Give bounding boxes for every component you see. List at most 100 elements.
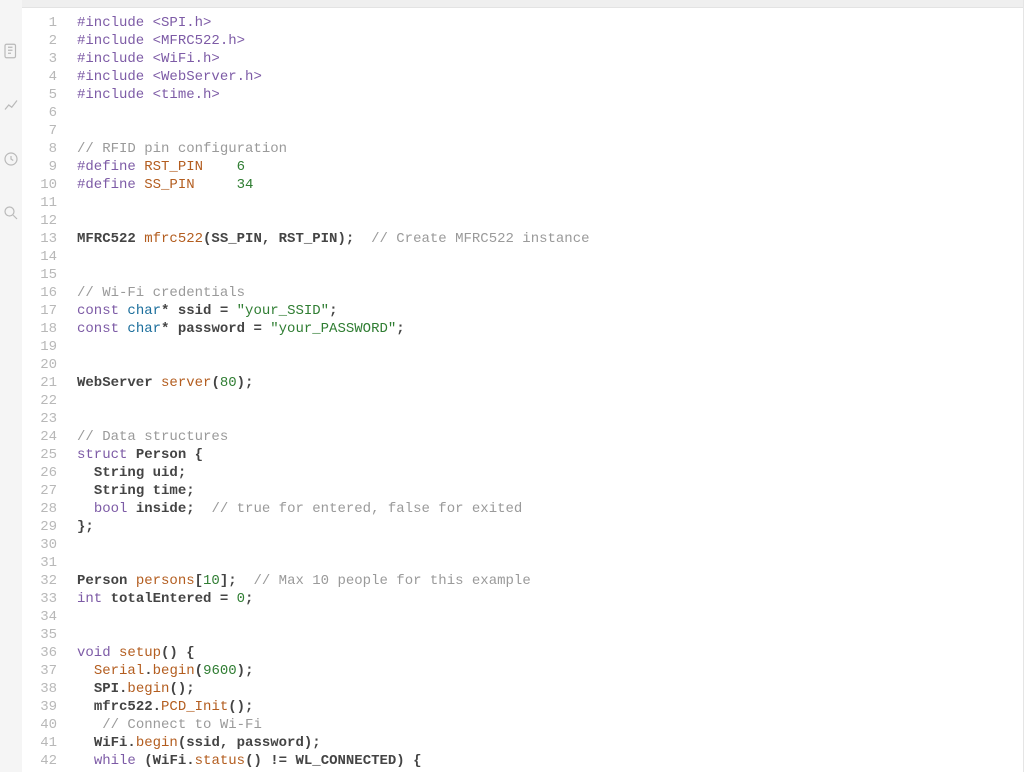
line-number: 3 — [22, 50, 77, 68]
line-number: 26 — [22, 464, 77, 482]
code-text[interactable]: // Wi-Fi credentials — [77, 284, 245, 302]
code-line[interactable]: 1#include <SPI.h> — [22, 14, 1023, 32]
code-line[interactable]: 23 — [22, 410, 1023, 428]
code-text[interactable]: while (WiFi.status() != WL_CONNECTED) { — [77, 752, 422, 770]
code-line[interactable]: 33int totalEntered = 0; — [22, 590, 1023, 608]
editor-tab-strip[interactable] — [22, 0, 1023, 8]
history-icon[interactable] — [2, 150, 20, 168]
code-text[interactable]: Person persons[10]; // Max 10 people for… — [77, 572, 531, 590]
code-line[interactable]: 5#include <time.h> — [22, 86, 1023, 104]
code-text[interactable]: WiFi.begin(ssid, password); — [77, 734, 321, 752]
code-line[interactable]: 15 — [22, 266, 1023, 284]
code-line[interactable]: 6 — [22, 104, 1023, 122]
line-number: 24 — [22, 428, 77, 446]
code-text[interactable]: MFRC522 mfrc522(SS_PIN, RST_PIN); // Cre… — [77, 230, 590, 248]
code-line[interactable]: 19 — [22, 338, 1023, 356]
code-text[interactable]: #include <MFRC522.h> — [77, 32, 245, 50]
code-line[interactable]: 24// Data structures — [22, 428, 1023, 446]
line-number: 42 — [22, 752, 77, 770]
code-line[interactable]: 9#define RST_PIN 6 — [22, 158, 1023, 176]
code-line[interactable]: 18const char* password = "your_PASSWORD"… — [22, 320, 1023, 338]
code-line[interactable]: 22 — [22, 392, 1023, 410]
code-line[interactable]: 35 — [22, 626, 1023, 644]
code-text[interactable]: struct Person { — [77, 446, 203, 464]
code-line[interactable]: 40 // Connect to Wi-Fi — [22, 716, 1023, 734]
code-line[interactable]: 26 String uid; — [22, 464, 1023, 482]
code-line[interactable]: 36void setup() { — [22, 644, 1023, 662]
line-number: 22 — [22, 392, 77, 410]
line-number: 5 — [22, 86, 77, 104]
code-text[interactable]: #include <SPI.h> — [77, 14, 211, 32]
line-number: 39 — [22, 698, 77, 716]
line-number: 4 — [22, 68, 77, 86]
line-number: 32 — [22, 572, 77, 590]
code-line[interactable]: 34 — [22, 608, 1023, 626]
code-line[interactable]: 25struct Person { — [22, 446, 1023, 464]
code-line[interactable]: 38 SPI.begin(); — [22, 680, 1023, 698]
code-line[interactable]: 17const char* ssid = "your_SSID"; — [22, 302, 1023, 320]
code-line[interactable]: 12 — [22, 212, 1023, 230]
code-text[interactable]: const char* ssid = "your_SSID"; — [77, 302, 337, 320]
code-text[interactable]: #define SS_PIN 34 — [77, 176, 253, 194]
code-line[interactable]: 21WebServer server(80); — [22, 374, 1023, 392]
line-number: 14 — [22, 248, 77, 266]
code-line[interactable]: 29}; — [22, 518, 1023, 536]
code-line[interactable]: 41 WiFi.begin(ssid, password); — [22, 734, 1023, 752]
line-number: 37 — [22, 662, 77, 680]
code-line[interactable]: 31 — [22, 554, 1023, 572]
code-text[interactable]: #define RST_PIN 6 — [77, 158, 245, 176]
code-line[interactable]: 10#define SS_PIN 34 — [22, 176, 1023, 194]
code-line[interactable]: 37 Serial.begin(9600); — [22, 662, 1023, 680]
code-line[interactable]: 7 — [22, 122, 1023, 140]
code-editor[interactable]: 1#include <SPI.h>2#include <MFRC522.h>3#… — [22, 8, 1023, 772]
graph-icon[interactable] — [2, 96, 20, 114]
code-text[interactable]: // RFID pin configuration — [77, 140, 287, 158]
line-number: 15 — [22, 266, 77, 284]
files-icon[interactable] — [2, 42, 20, 60]
code-text[interactable]: // Connect to Wi-Fi — [77, 716, 262, 734]
line-number: 17 — [22, 302, 77, 320]
code-text[interactable]: void setup() { — [77, 644, 195, 662]
code-text[interactable]: String uid; — [77, 464, 186, 482]
code-line[interactable]: 11 — [22, 194, 1023, 212]
code-text[interactable]: mfrc522.PCD_Init(); — [77, 698, 253, 716]
line-number: 38 — [22, 680, 77, 698]
code-text[interactable]: // Data structures — [77, 428, 228, 446]
line-number: 41 — [22, 734, 77, 752]
code-text[interactable]: int totalEntered = 0; — [77, 590, 253, 608]
line-number: 27 — [22, 482, 77, 500]
line-number: 28 — [22, 500, 77, 518]
code-line[interactable]: 30 — [22, 536, 1023, 554]
code-text[interactable]: bool inside; // true for entered, false … — [77, 500, 522, 518]
code-line[interactable]: 14 — [22, 248, 1023, 266]
code-text[interactable]: #include <WiFi.h> — [77, 50, 220, 68]
code-text[interactable]: Serial.begin(9600); — [77, 662, 253, 680]
code-line[interactable]: 42 while (WiFi.status() != WL_CONNECTED)… — [22, 752, 1023, 770]
code-text[interactable]: }; — [77, 518, 94, 536]
code-line[interactable]: 20 — [22, 356, 1023, 374]
code-text[interactable]: SPI.begin(); — [77, 680, 195, 698]
code-line[interactable]: 16// Wi-Fi credentials — [22, 284, 1023, 302]
line-number: 11 — [22, 194, 77, 212]
line-number: 13 — [22, 230, 77, 248]
line-number: 7 — [22, 122, 77, 140]
code-text[interactable]: String time; — [77, 482, 195, 500]
code-text[interactable]: const char* password = "your_PASSWORD"; — [77, 320, 405, 338]
code-line[interactable]: 39 mfrc522.PCD_Init(); — [22, 698, 1023, 716]
code-line[interactable]: 8// RFID pin configuration — [22, 140, 1023, 158]
code-line[interactable]: 3#include <WiFi.h> — [22, 50, 1023, 68]
code-line[interactable]: 32Person persons[10]; // Max 10 people f… — [22, 572, 1023, 590]
line-number: 6 — [22, 104, 77, 122]
code-text[interactable]: #include <time.h> — [77, 86, 220, 104]
code-text[interactable]: #include <WebServer.h> — [77, 68, 262, 86]
code-line[interactable]: 27 String time; — [22, 482, 1023, 500]
line-number: 40 — [22, 716, 77, 734]
code-line[interactable]: 28 bool inside; // true for entered, fal… — [22, 500, 1023, 518]
line-number: 35 — [22, 626, 77, 644]
code-text[interactable]: WebServer server(80); — [77, 374, 253, 392]
line-number: 20 — [22, 356, 77, 374]
code-line[interactable]: 2#include <MFRC522.h> — [22, 32, 1023, 50]
code-line[interactable]: 4#include <WebServer.h> — [22, 68, 1023, 86]
search-icon[interactable] — [2, 204, 20, 222]
code-line[interactable]: 13MFRC522 mfrc522(SS_PIN, RST_PIN); // C… — [22, 230, 1023, 248]
